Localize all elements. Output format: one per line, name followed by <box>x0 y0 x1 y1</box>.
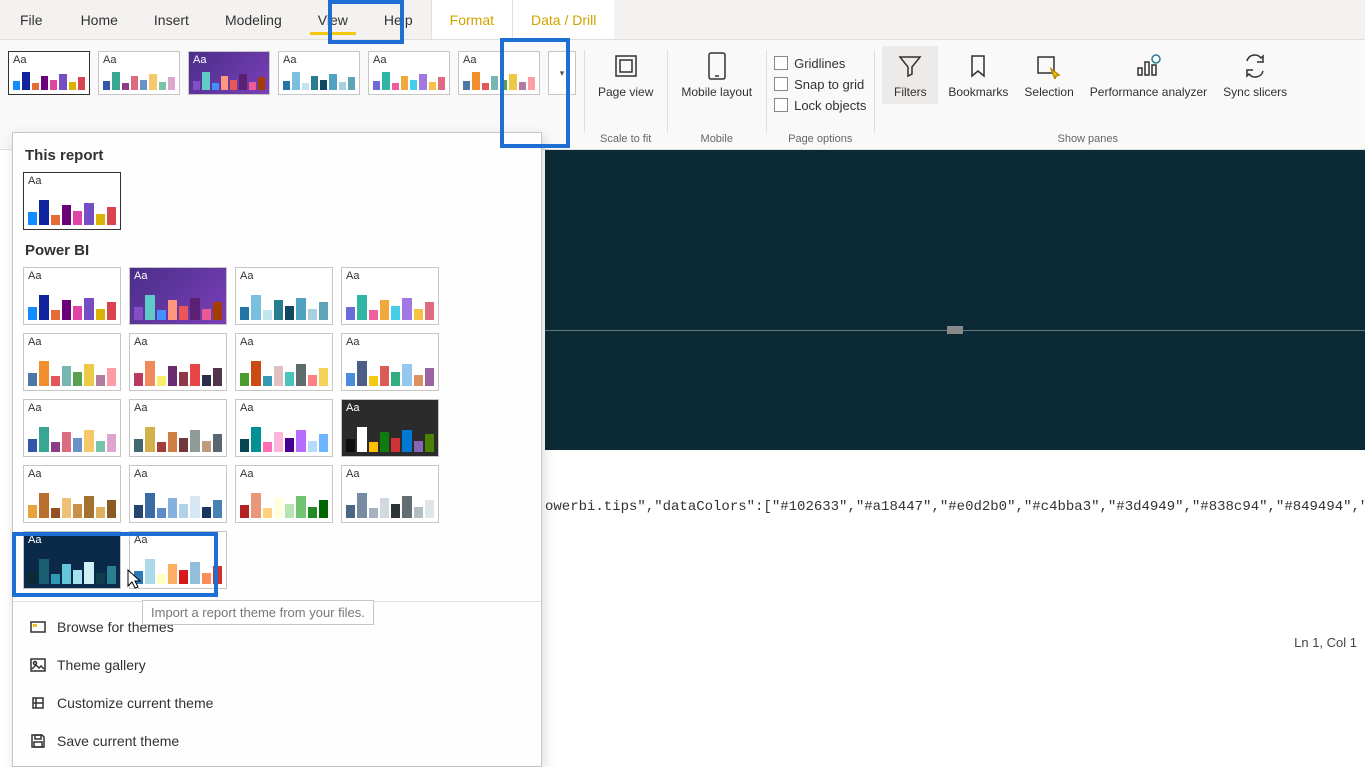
menu-data-drill[interactable]: Data / Drill <box>513 0 614 39</box>
theme-bloom[interactable]: Aa <box>129 267 227 325</box>
page-view-icon <box>610 50 642 82</box>
theme-electric[interactable]: Aa <box>23 531 121 589</box>
theme-twilight[interactable]: Aa <box>129 465 227 523</box>
theme-classic[interactable]: Aa <box>23 333 121 391</box>
gallery-icon <box>29 656 47 674</box>
status-bar: Ln 1, Col 1 <box>1294 635 1357 650</box>
theme-default[interactable]: Aa <box>23 267 121 325</box>
menu-view[interactable]: View <box>300 0 366 39</box>
theme-high-contrast[interactable]: Aa <box>341 399 439 457</box>
customize-icon <box>29 694 47 712</box>
theme-thumb-3[interactable]: Aa <box>188 51 270 95</box>
checkbox-lock-objects[interactable]: Lock objects <box>774 98 866 113</box>
theme-colorblind[interactable]: Aa <box>235 399 333 457</box>
theme-innovate[interactable]: Aa <box>341 267 439 325</box>
theme-thumb-2[interactable]: Aa <box>98 51 180 95</box>
ribbon-group-scale: Page view Scale to fit <box>584 46 667 149</box>
bookmarks-pane-button[interactable]: Bookmarks <box>942 46 1014 104</box>
mobile-icon <box>701 50 733 82</box>
browse-icon <box>29 618 47 636</box>
menu-modeling[interactable]: Modeling <box>207 0 300 39</box>
themes-dropdown-button[interactable]: ▾ <box>548 51 576 95</box>
json-preview: owerbi.tips","dataColors":["#102633","#a… <box>545 495 1365 535</box>
themes-quick-row: Aa Aa Aa Aa Aa Aa ▾ <box>8 46 576 100</box>
ribbon-group-label-scale: Scale to fit <box>600 133 651 147</box>
filter-icon <box>894 50 926 82</box>
selection-icon <box>1033 50 1065 82</box>
ribbon-group-label-mobile: Mobile <box>701 133 733 147</box>
theme-gallery-link[interactable]: Theme gallery <box>19 646 535 684</box>
theme-thumb-5[interactable]: Aa <box>368 51 450 95</box>
cursor-icon <box>126 568 144 593</box>
theme-classroom[interactable]: Aa <box>341 333 439 391</box>
sync-icon <box>1239 50 1271 82</box>
theme-storm[interactable]: Aa <box>341 465 439 523</box>
theme-thumb-6[interactable]: Aa <box>458 51 540 95</box>
performance-analyzer-button[interactable]: Performance analyzer <box>1084 46 1213 104</box>
ribbon-group-label-page-options: Page options <box>788 133 852 147</box>
selection-pane-button[interactable]: Selection <box>1018 46 1079 104</box>
chevron-down-icon: ▾ <box>560 68 565 79</box>
theme-city-park[interactable]: Aa <box>235 333 333 391</box>
theme-thumb-4[interactable]: Aa <box>278 51 360 95</box>
ribbon-group-show-panes: Filters Bookmarks Selection Performance … <box>874 46 1301 149</box>
page-view-button[interactable]: Page view <box>592 46 659 104</box>
menubar: File Home Insert Modeling View Help Form… <box>0 0 1365 40</box>
themes-gallery-dropdown: This report Aa Power BI Aa Aa Aa Aa Aa A… <box>12 132 542 767</box>
theme-this-report-1[interactable]: Aa <box>23 172 121 230</box>
ribbon-group-page-options: Gridlines Snap to grid Lock objects Page… <box>766 46 874 149</box>
gallery-section-this-report: This report <box>25 147 529 164</box>
browse-tooltip: Import a report theme from your files. <box>142 600 374 625</box>
theme-frontier[interactable]: Aa <box>129 399 227 457</box>
theme-tidal[interactable]: Aa <box>235 267 333 325</box>
perf-icon <box>1132 50 1164 82</box>
customize-current-theme[interactable]: Customize current theme <box>19 684 535 722</box>
menu-help[interactable]: Help <box>366 0 431 39</box>
checkbox-gridlines[interactable]: Gridlines <box>774 56 866 71</box>
report-canvas[interactable] <box>545 150 1365 450</box>
canvas-split-handle[interactable] <box>947 326 963 334</box>
bookmark-icon <box>962 50 994 82</box>
ribbon-group-label-panes: Show panes <box>1057 133 1118 147</box>
menu-file[interactable]: File <box>0 0 63 39</box>
theme-executive[interactable]: Aa <box>23 399 121 457</box>
menu-home[interactable]: Home <box>63 0 136 39</box>
sync-slicers-button[interactable]: Sync slicers <box>1217 46 1293 104</box>
theme-thumb-current[interactable]: Aa <box>8 51 90 95</box>
theme-sunset[interactable]: Aa <box>129 333 227 391</box>
gallery-section-powerbi: Power BI <box>25 242 529 259</box>
checkbox-snap-to-grid[interactable]: Snap to grid <box>774 77 866 92</box>
menu-insert[interactable]: Insert <box>136 0 207 39</box>
theme-divergent[interactable]: Aa <box>235 465 333 523</box>
menu-format[interactable]: Format <box>431 0 513 39</box>
theme-solar[interactable]: Aa <box>23 465 121 523</box>
filters-pane-button[interactable]: Filters <box>882 46 938 104</box>
save-icon <box>29 732 47 750</box>
save-current-theme[interactable]: Save current theme <box>19 722 535 760</box>
ribbon-group-mobile: Mobile layout Mobile <box>667 46 766 149</box>
mobile-layout-button[interactable]: Mobile layout <box>675 46 758 104</box>
